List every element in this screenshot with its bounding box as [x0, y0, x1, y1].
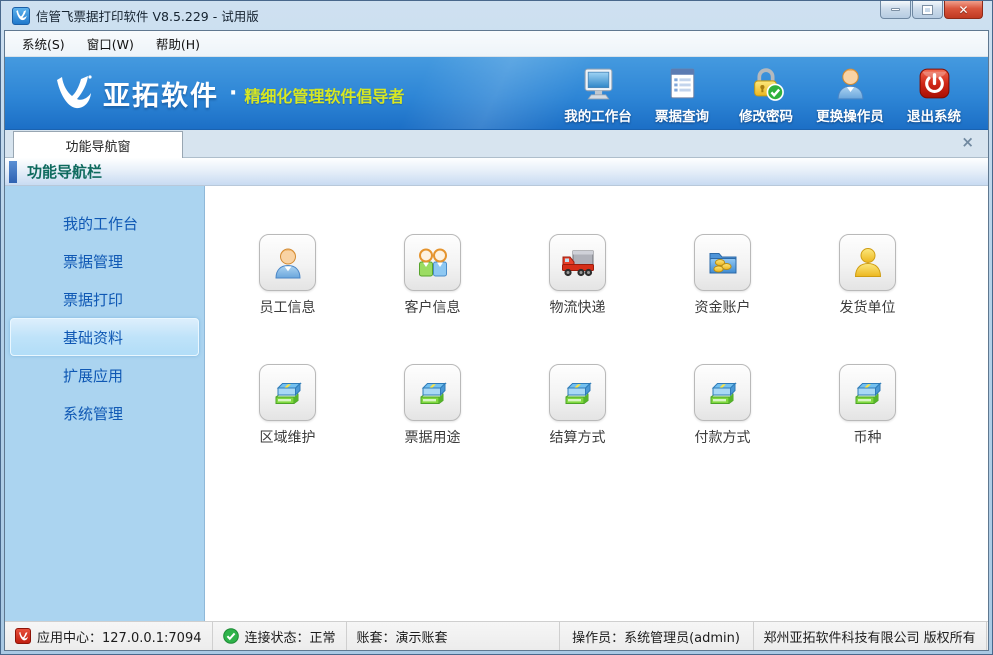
books-icon: [560, 375, 596, 411]
brand: 亚拓软件 · 精细化管理软件倡导者: [53, 73, 404, 113]
customers-people-icon: [415, 245, 451, 281]
sidebar-item-invoice-printing[interactable]: 票据打印: [10, 280, 199, 318]
books-icon: [705, 375, 741, 411]
shortcut-shipper-units[interactable]: 发货单位: [795, 234, 940, 317]
books-icon: [850, 375, 886, 411]
shortcut-region-maintenance[interactable]: 区域维护: [215, 364, 360, 447]
toolbar-exit-system[interactable]: 退出系统: [892, 63, 976, 127]
nav-header: 功能导航栏: [5, 158, 988, 186]
invoice-query-list-icon: [664, 65, 701, 102]
funds-folder-coins-icon: [705, 245, 741, 281]
tab-close-icon[interactable]: ×: [961, 135, 974, 150]
toolbar-my-workbench[interactable]: 我的工作台: [556, 63, 640, 127]
sidebar-item-extended-apps[interactable]: 扩展应用: [10, 356, 199, 394]
shortcut-logistics-express[interactable]: 物流快递: [505, 234, 650, 317]
shortcut-employee-info[interactable]: 员工信息: [215, 234, 360, 317]
switch-operator-person-icon: [832, 65, 869, 102]
menu-system[interactable]: 系统(S): [11, 31, 76, 56]
shortcut-invoice-usage[interactable]: 票据用途: [360, 364, 505, 447]
app-center-logo-icon: [15, 628, 31, 644]
status-bar: 应用中心：127.0.0.1:7094 连接状态：正常 账套：演示账套 操作员：…: [5, 621, 988, 650]
status-app-center: 应用中心：127.0.0.1:7094: [5, 622, 213, 650]
brand-name: 亚拓软件: [103, 74, 219, 113]
books-icon: [415, 375, 451, 411]
shortcut-fund-accounts[interactable]: 资金账户: [650, 234, 795, 317]
shipper-gold-person-icon: [850, 245, 886, 281]
close-button[interactable]: ✕: [944, 1, 983, 19]
workbench-monitor-icon: [580, 65, 617, 102]
status-account-set: 账套：演示账套: [347, 622, 560, 650]
client-area: 系统(S) 窗口(W) 帮助(H) 亚拓软件 · 精细化管理软件倡导者: [4, 30, 989, 651]
maximize-icon: [923, 6, 932, 14]
brand-slogan: 精细化管理软件倡导者: [244, 79, 404, 107]
menu-help[interactable]: 帮助(H): [145, 31, 211, 56]
app-window: 信管飞票据打印软件 V8.5.229 - 试用版 ✕ 系统(S) 窗口(W) 帮…: [0, 0, 993, 655]
main-content: 员工信息 客户: [205, 186, 988, 621]
shortcut-settlement-method[interactable]: 结算方式: [505, 364, 650, 447]
app-logo-icon: [12, 7, 30, 25]
window-title: 信管飞票据打印软件 V8.5.229 - 试用版: [36, 6, 259, 25]
change-password-lock-icon: [748, 65, 785, 102]
shortcut-customer-info[interactable]: 客户信息: [360, 234, 505, 317]
exit-power-icon: [916, 65, 953, 102]
minimize-icon: [891, 8, 900, 11]
banner: 亚拓软件 · 精细化管理软件倡导者 我的工作台: [5, 57, 988, 130]
shortcut-grid: 员工信息 客户: [215, 234, 988, 447]
employee-person-icon: [270, 245, 306, 281]
shortcut-payment-method[interactable]: 付款方式: [650, 364, 795, 447]
menu-window[interactable]: 窗口(W): [76, 31, 145, 56]
tab-function-navigator[interactable]: 功能导航窗: [13, 131, 183, 158]
sidebar-item-system-management[interactable]: 系统管理: [10, 394, 199, 432]
title-bar[interactable]: 信管飞票据打印软件 V8.5.229 - 试用版 ✕: [4, 1, 989, 30]
status-connection: 连接状态：正常: [213, 622, 347, 650]
sidebar-item-invoice-management[interactable]: 票据管理: [10, 242, 199, 280]
sidebar: 我的工作台 票据管理 票据打印 基础资料 扩展应用 系统管理: [5, 186, 205, 621]
resize-grip[interactable]: [987, 622, 989, 650]
status-operator: 操作员：系统管理员(admin): [560, 622, 754, 650]
toolbar-switch-operator[interactable]: 更换操作员: [808, 63, 892, 127]
minimize-button[interactable]: [880, 1, 911, 19]
nav-accent-bar: [9, 161, 17, 183]
close-icon: ✕: [958, 4, 968, 16]
connection-ok-icon: [223, 628, 239, 644]
logistics-truck-icon: [560, 245, 596, 281]
toolbar-change-password[interactable]: 修改密码: [724, 63, 808, 127]
tab-bar: 功能导航窗 ×: [5, 130, 988, 158]
brand-logo-icon: [53, 73, 95, 113]
brand-separator: ·: [229, 81, 237, 106]
shortcut-currency[interactable]: 币种: [795, 364, 940, 447]
books-icon: [270, 375, 306, 411]
nav-header-title: 功能导航栏: [27, 161, 102, 182]
toolbar-invoice-query[interactable]: 票据查询: [640, 63, 724, 127]
menu-bar: 系统(S) 窗口(W) 帮助(H): [5, 31, 988, 57]
status-copyright: 郑州亚拓软件科技有限公司 版权所有: [754, 622, 987, 650]
sidebar-item-basic-data[interactable]: 基础资料: [10, 318, 199, 356]
sidebar-item-my-workbench[interactable]: 我的工作台: [10, 204, 199, 242]
banner-toolbar: 我的工作台 票据查询: [556, 63, 976, 127]
maximize-button[interactable]: [912, 1, 943, 19]
